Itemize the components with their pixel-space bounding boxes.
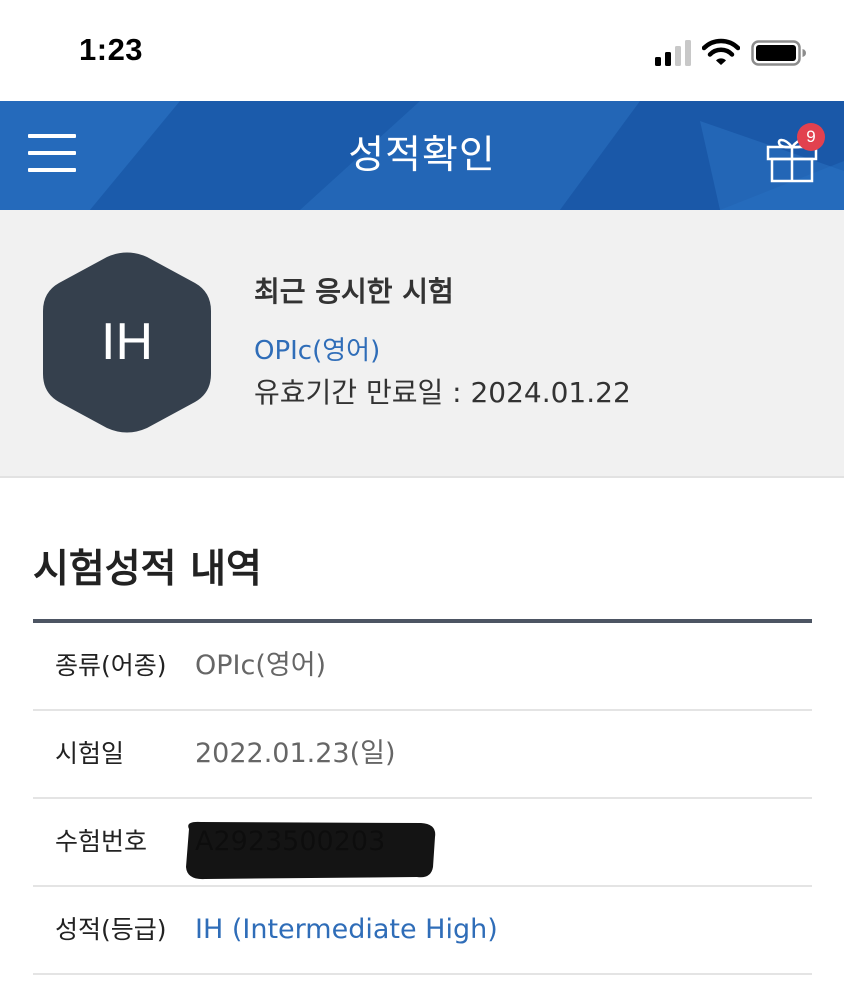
row-label: 성적(등급) xyxy=(55,915,167,944)
row-label: 수험번호 xyxy=(55,827,148,856)
row-value: OPIc(영어) xyxy=(195,650,327,681)
gift-button[interactable]: 9 xyxy=(760,121,830,191)
grade-value: IH (Intermediate High) xyxy=(195,914,498,945)
wifi-icon xyxy=(702,38,740,65)
row-label: 종류(어종) xyxy=(55,651,167,680)
grade-badge-text: IH xyxy=(101,313,153,371)
section-title: 시험성적 내역 xyxy=(33,547,262,592)
app-header: 성적확인 9 xyxy=(0,101,844,210)
page-title: 성적확인 xyxy=(348,133,496,178)
row-label: 시험일 xyxy=(55,739,125,768)
recent-exam-link[interactable]: OPIc(영어) xyxy=(254,330,380,367)
battery-icon xyxy=(751,40,806,66)
table-row: 시험일 2022.01.23(일) xyxy=(33,711,812,799)
recent-exam-card: IH 최근 응시한 시험 OPIc(영어) 유효기간 만료일 : 2024.01… xyxy=(0,210,844,478)
row-value: 2022.01.23(일) xyxy=(195,738,396,769)
results-table: 종류(어종) OPIc(영어) 시험일 2022.01.23(일) 수험번호 A… xyxy=(33,619,812,975)
table-row: 종류(어종) OPIc(영어) xyxy=(33,623,812,711)
status-bar: 1:23 xyxy=(0,0,844,101)
cellular-signal-icon xyxy=(655,40,691,66)
redaction-mark xyxy=(186,821,436,880)
table-row: 수험번호 A2923500203 xyxy=(33,799,812,887)
expiry-date: 유효기간 만료일 : 2024.01.22 xyxy=(254,376,631,409)
recent-exam-heading: 최근 응시한 시험 xyxy=(254,275,454,308)
table-row: 성적(등급) IH (Intermediate High) xyxy=(33,887,812,975)
notification-badge: 9 xyxy=(797,123,825,151)
status-time: 1:23 xyxy=(79,32,144,67)
